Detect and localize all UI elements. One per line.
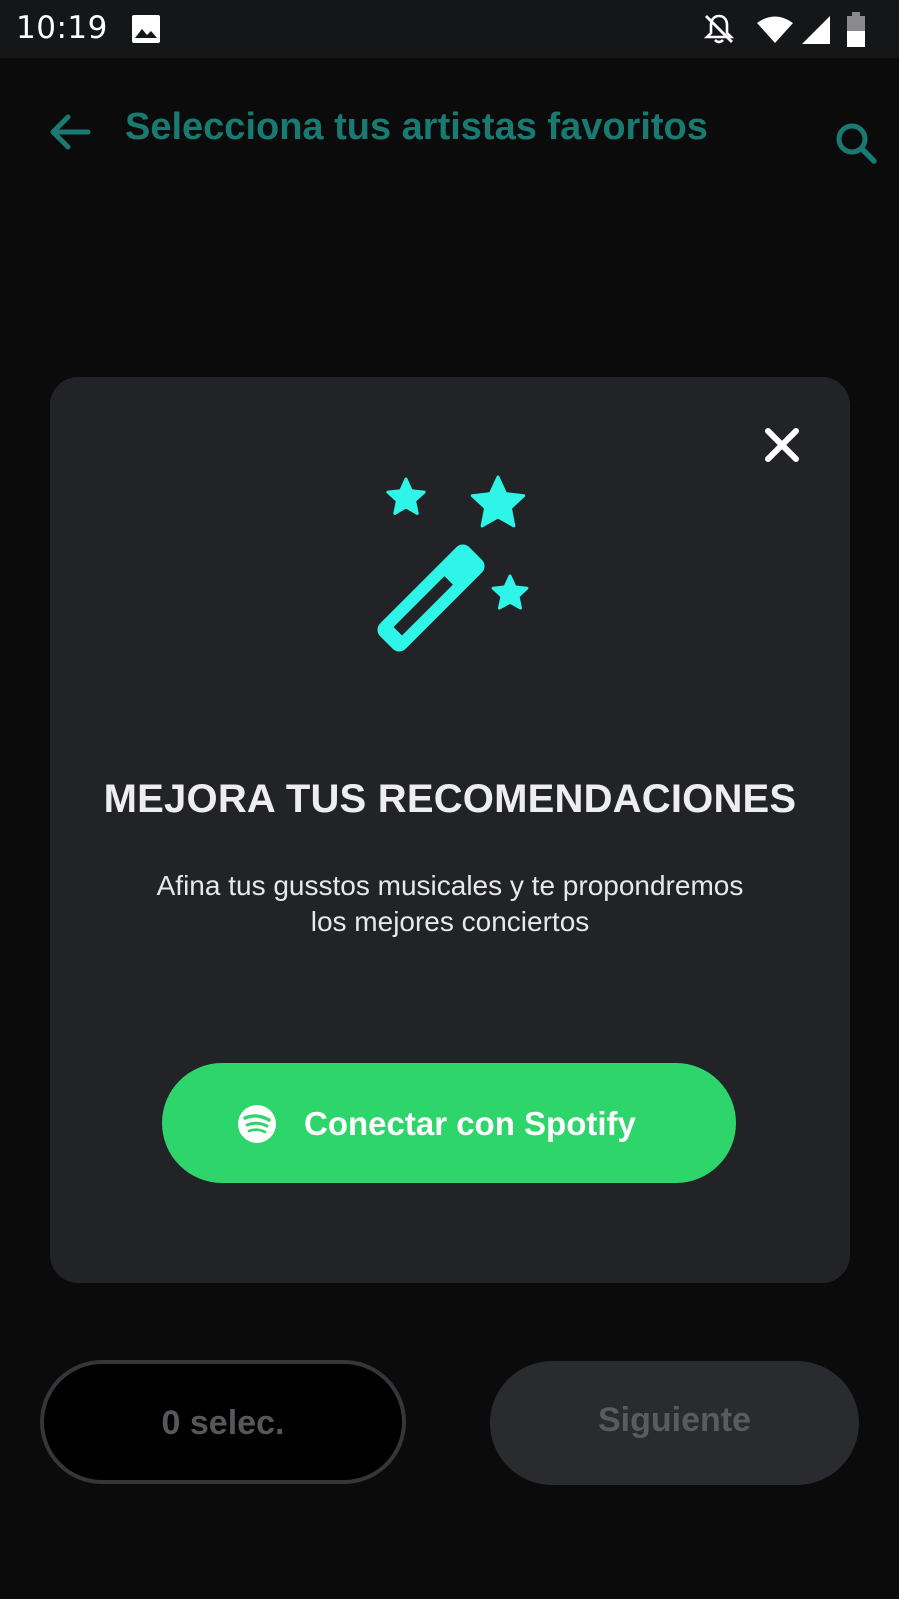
modal-title: MEJORA TUS RECOMENDACIONES bbox=[103, 777, 797, 821]
app-header: Selecciona tus artistas favoritos bbox=[0, 58, 899, 208]
recommendations-modal: MEJORA TUS RECOMENDACIONES Afina tus gus… bbox=[50, 377, 850, 1283]
selected-count-button[interactable]: 0 selec. bbox=[40, 1360, 406, 1484]
page-title: Selecciona tus artistas favoritos bbox=[125, 106, 708, 148]
spotify-logo-icon bbox=[238, 1105, 276, 1143]
signal-icon bbox=[802, 16, 830, 44]
image-icon bbox=[132, 15, 160, 43]
arrow-back-icon[interactable] bbox=[46, 108, 94, 156]
modal-subtitle: Afina tus gusstos musicales y te propond… bbox=[120, 868, 780, 940]
notifications-off-icon bbox=[703, 14, 735, 44]
close-icon[interactable] bbox=[762, 425, 802, 465]
next-button[interactable]: Siguiente bbox=[490, 1361, 859, 1485]
modal-subtitle-line-1: Afina tus gusstos musicales y te propond… bbox=[156, 870, 744, 901]
next-button-label: Siguiente bbox=[597, 1401, 752, 1439]
screen: 10:19 Selecciona tus artistas favoritos bbox=[0, 0, 899, 1599]
magic-wand-icon bbox=[377, 475, 529, 652]
status-time: 10:19 bbox=[16, 10, 108, 46]
battery-icon bbox=[847, 12, 865, 47]
selected-count-label: 0 selec. bbox=[161, 1404, 285, 1442]
modal-subtitle-line-2: los mejores conciertos bbox=[310, 906, 590, 937]
wifi-icon bbox=[757, 16, 793, 43]
search-icon[interactable] bbox=[833, 120, 879, 166]
connect-spotify-button[interactable]: Conectar con Spotify bbox=[162, 1063, 736, 1183]
status-bar: 10:19 bbox=[0, 0, 899, 58]
connect-spotify-label: Conectar con Spotify bbox=[304, 1105, 636, 1142]
